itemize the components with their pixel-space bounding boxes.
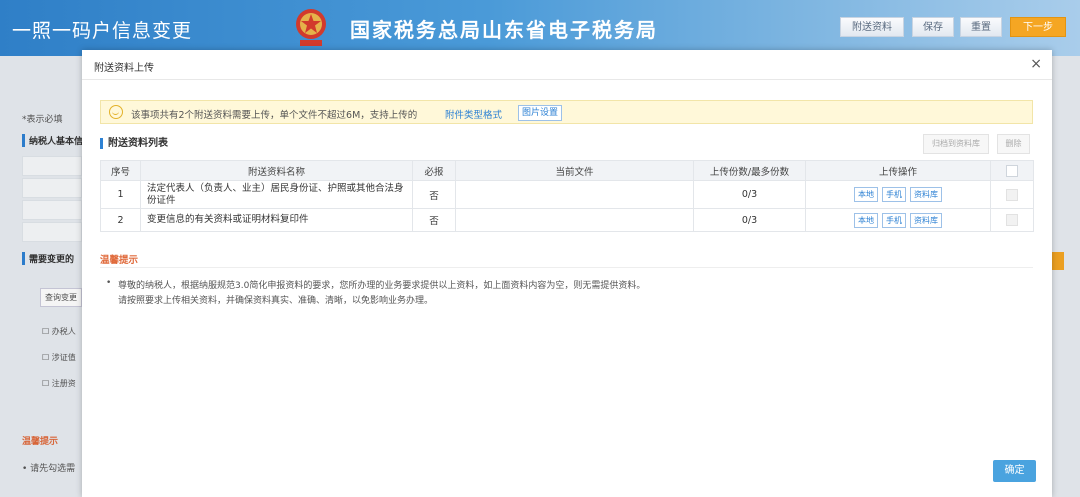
upload-phone-button[interactable]: 手机 xyxy=(882,187,906,202)
row-checkbox[interactable] xyxy=(1006,188,1018,201)
col-current-file: 当前文件 xyxy=(455,160,694,181)
attachment-upload-dialog: 附送资料上传 × 该事项共有2个附送资料需要上传，单个文件不超过6M，支持上传的… xyxy=(82,50,1052,497)
archive-to-library-button[interactable]: 归档到资料库 xyxy=(923,134,989,154)
file-format-link[interactable]: 附件类型格式 xyxy=(445,107,502,121)
row-required: 否 xyxy=(412,208,456,232)
table-header-row: 序号 附送资料名称 必报 当前文件 上传份数/最多份数 上传操作 xyxy=(100,160,1034,181)
row-name: 变更信息的有关资料或证明材料复印件 xyxy=(140,208,413,232)
tips-title: 温馨提示 xyxy=(100,255,139,266)
dialog-header: 附送资料上传 × xyxy=(82,50,1052,80)
smile-icon xyxy=(109,105,123,119)
next-step-button[interactable]: 下一步 xyxy=(1010,17,1066,37)
list-title: 附送资料列表 xyxy=(100,138,168,149)
dialog-title: 附送资料上传 xyxy=(94,63,154,74)
delete-button[interactable]: 删除 xyxy=(997,134,1030,154)
close-icon[interactable]: × xyxy=(1030,56,1042,72)
row-select xyxy=(990,180,1034,209)
select-all-checkbox[interactable] xyxy=(1006,164,1018,177)
attachment-table: 序号 附送资料名称 必报 当前文件 上传份数/最多份数 上传操作 1 法定代表人… xyxy=(100,160,1034,232)
table-row: 2 变更信息的有关资料或证明材料复印件 否 0/3 本地 手机 资料库 xyxy=(100,208,1034,232)
col-required: 必报 xyxy=(412,160,456,181)
row-checkbox[interactable] xyxy=(1006,214,1018,226)
tips-line-1: 尊敬的纳税人，根据纳服规范3.0简化申报资料的要求，您所办理的业务要求提供以上资… xyxy=(118,281,646,291)
upload-library-button[interactable]: 资料库 xyxy=(910,212,942,228)
row-count: 0/3 xyxy=(693,180,806,209)
row-upload-actions: 本地 手机 资料库 xyxy=(805,180,991,209)
row-file xyxy=(455,180,694,209)
upload-phone-button[interactable]: 手机 xyxy=(882,212,906,228)
row-count: 0/3 xyxy=(693,208,806,232)
row-upload-actions: 本地 手机 资料库 xyxy=(805,208,991,232)
tips-bullet: • xyxy=(106,278,112,288)
tax-emblem-icon xyxy=(296,9,326,46)
notice-text: 该事项共有2个附送资料需要上传，单个文件不超过6M，支持上传的 xyxy=(131,110,418,121)
save-button[interactable]: 保存 xyxy=(912,17,954,37)
row-file xyxy=(455,208,694,232)
row-select xyxy=(990,208,1034,232)
top-header: 一照一码户信息变更 国家税务总局山东省电子税务局 附送资料 保存 重置 下一步 xyxy=(0,0,1080,56)
upload-local-button[interactable]: 本地 xyxy=(854,187,878,202)
site-title: 国家税务总局山东省电子税务局 xyxy=(350,18,658,42)
tips-line-2: 请按照要求上传相关资料，并确保资料真实、准确、清晰，以免影响业务办理。 xyxy=(118,296,434,306)
row-required: 否 xyxy=(412,180,456,209)
notice-bar: 该事项共有2个附送资料需要上传，单个文件不超过6M，支持上传的 附件类型格式 图… xyxy=(100,100,1033,124)
divider xyxy=(100,267,1033,268)
col-no: 序号 xyxy=(100,160,141,181)
reset-button[interactable]: 重置 xyxy=(960,17,1002,37)
upload-library-button[interactable]: 资料库 xyxy=(910,187,942,202)
confirm-button[interactable]: 确定 xyxy=(993,460,1036,482)
col-count: 上传份数/最多份数 xyxy=(693,160,806,181)
col-name: 附送资料名称 xyxy=(140,160,413,181)
row-no: 2 xyxy=(100,208,141,232)
attach-docs-button[interactable]: 附送资料 xyxy=(840,17,904,37)
col-upload-actions: 上传操作 xyxy=(805,160,991,181)
table-row: 1 法定代表人（负责人、业主）居民身份证、护照或其他合法身份证件 否 0/3 本… xyxy=(100,180,1034,209)
row-no: 1 xyxy=(100,180,141,209)
row-name: 法定代表人（负责人、业主）居民身份证、护照或其他合法身份证件 xyxy=(140,180,413,209)
app-title: 一照一码户信息变更 xyxy=(12,20,193,42)
image-settings-button[interactable]: 图片设置 xyxy=(518,105,563,121)
upload-local-button[interactable]: 本地 xyxy=(854,212,878,228)
col-select-all xyxy=(990,160,1034,181)
